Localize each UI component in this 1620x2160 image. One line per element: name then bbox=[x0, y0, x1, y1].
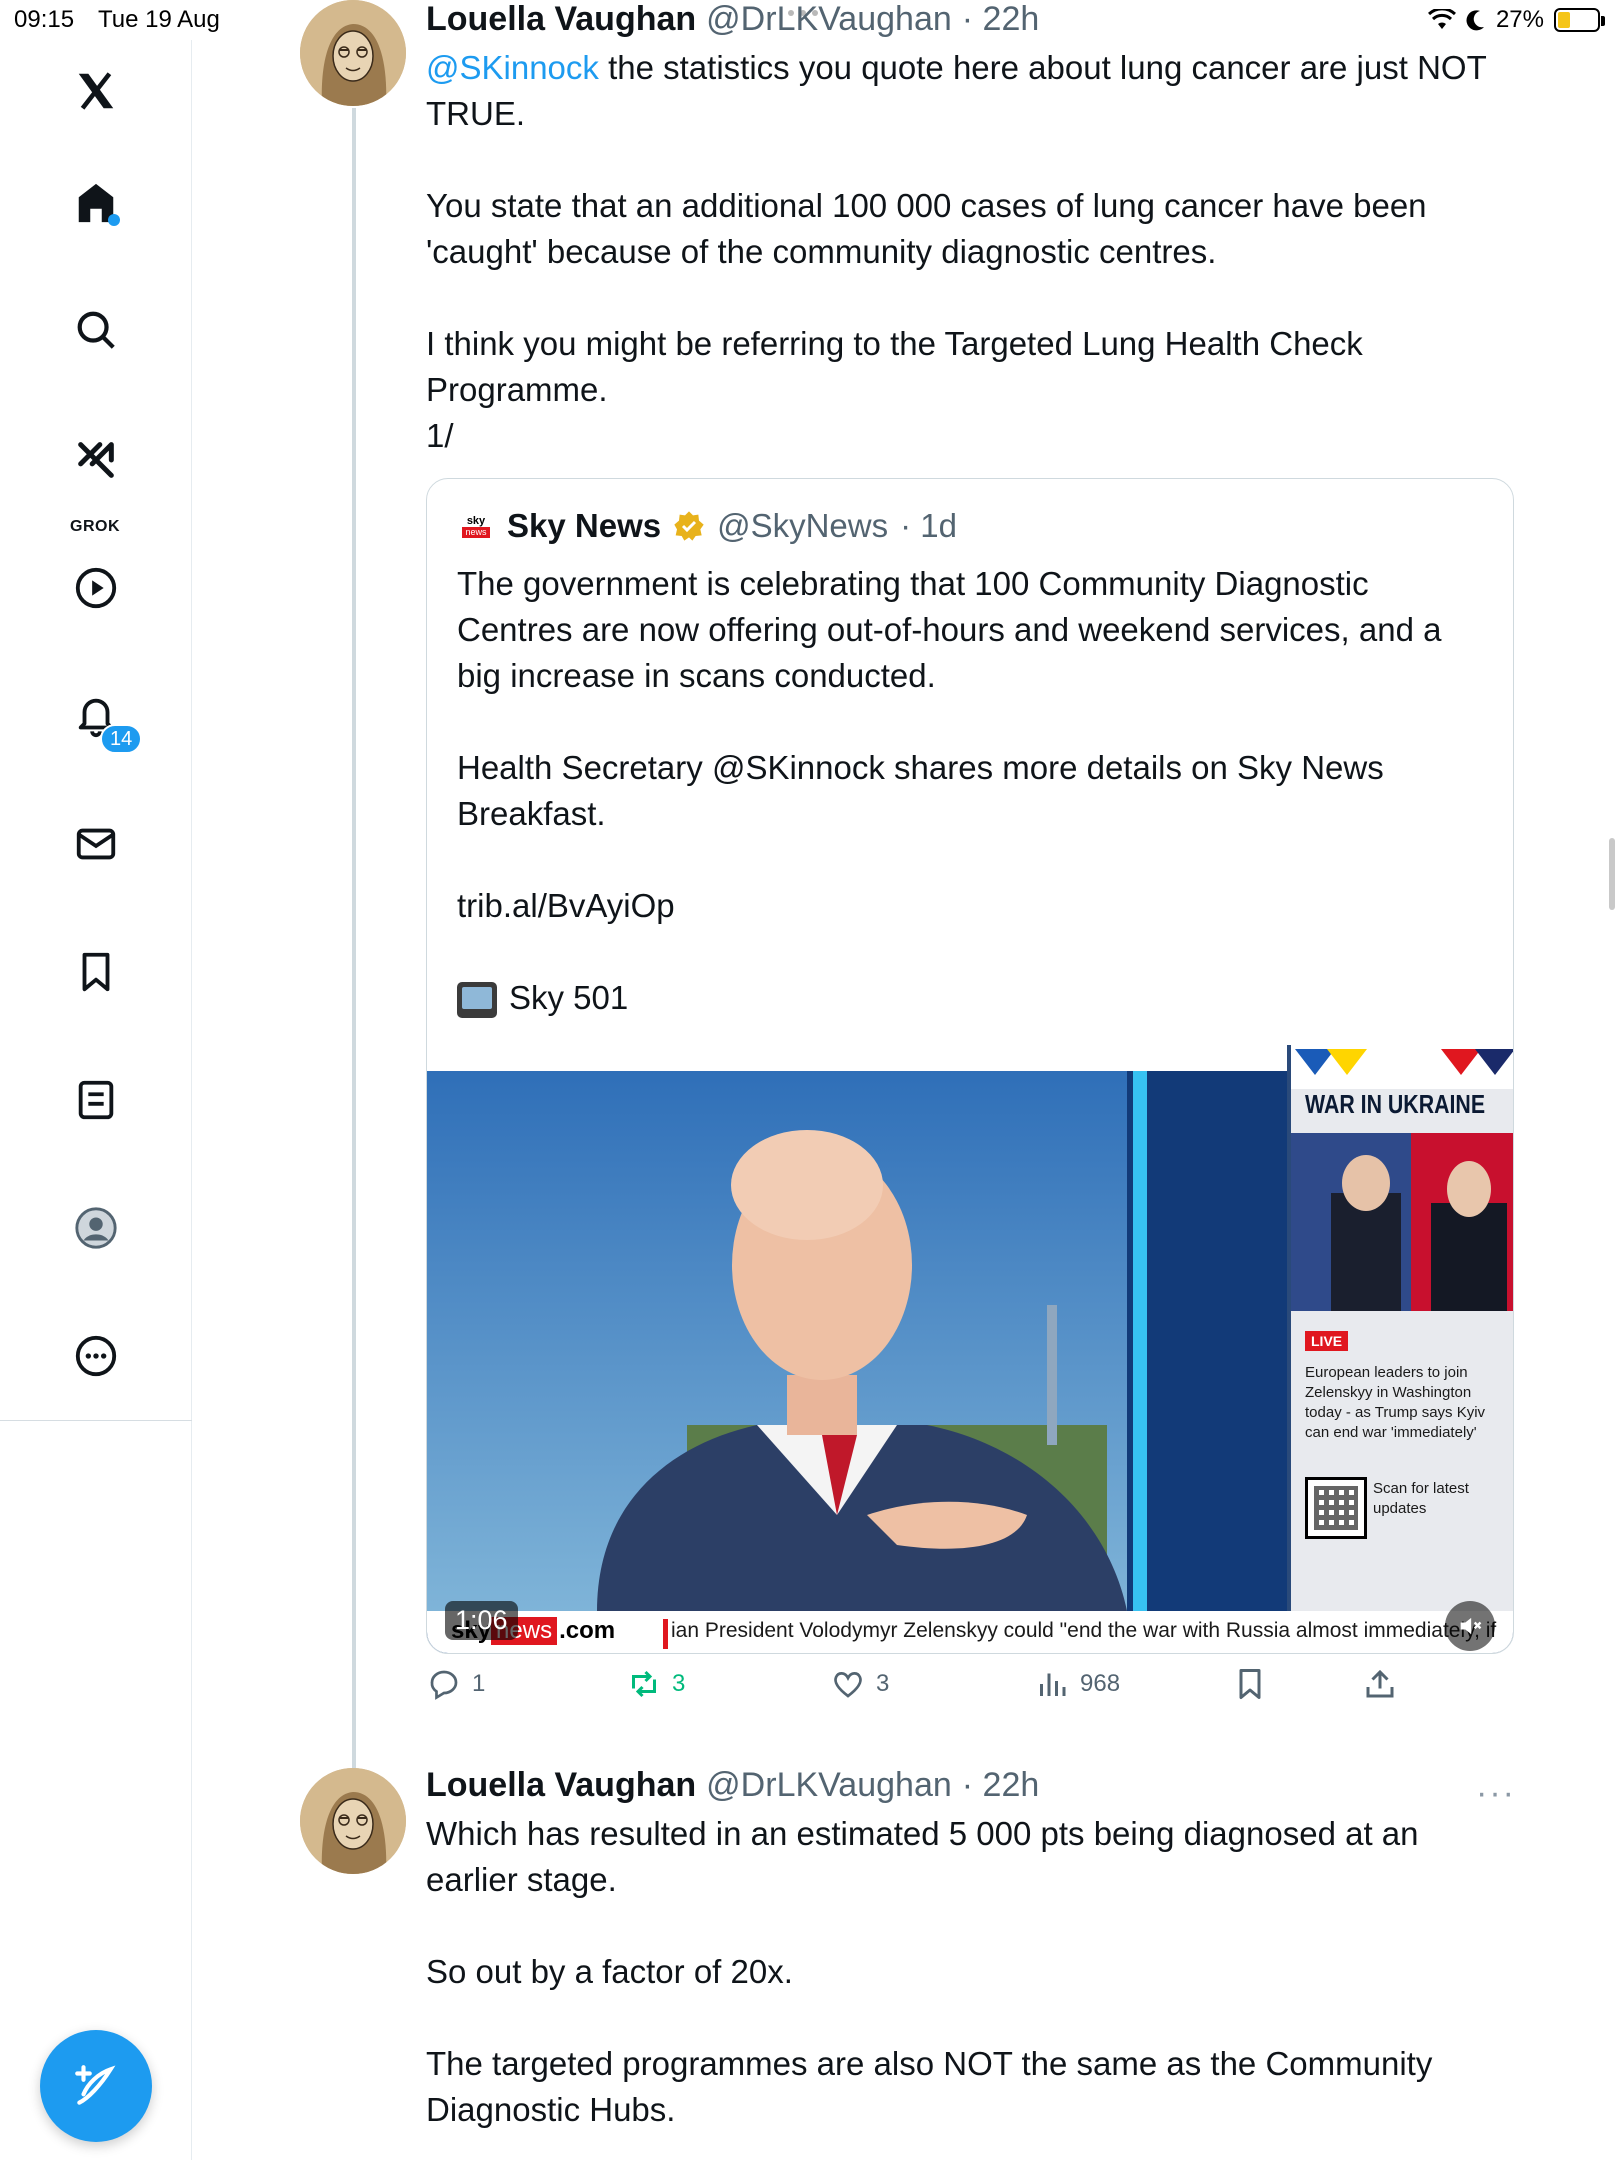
sidebar-item-bookmarks[interactable] bbox=[66, 942, 126, 1002]
grok-icon bbox=[78, 442, 114, 478]
play-icon bbox=[75, 567, 117, 609]
sidebar-item-grok[interactable] bbox=[66, 430, 126, 490]
verified-badge-icon bbox=[674, 511, 704, 541]
panel-headline: European leaders to join Zelenskyy in Wa… bbox=[1305, 1364, 1486, 1441]
sidebar-item-profile[interactable] bbox=[66, 1198, 126, 1258]
profile-icon bbox=[75, 1207, 117, 1249]
video-frame bbox=[427, 1045, 1287, 1653]
tweet-time[interactable]: · 22h bbox=[962, 1766, 1040, 1805]
sky-news-avatar[interactable]: sky news bbox=[457, 507, 495, 545]
repost-icon bbox=[632, 1670, 656, 1698]
panel-title: WAR IN UKRAINE bbox=[1305, 1089, 1486, 1119]
tweet-text: the statistics you quote here about lung… bbox=[426, 49, 1487, 454]
status-date: Tue 19 Aug bbox=[98, 6, 220, 33]
ticker-text: ian President Volodymyr Zelenskyy could … bbox=[671, 1619, 1497, 1642]
mention-link[interactable]: @SKinnock bbox=[426, 49, 599, 86]
bookmark-icon bbox=[1239, 1669, 1261, 1699]
list-icon bbox=[78, 1080, 114, 1120]
quote-author-handle[interactable]: @SkyNews bbox=[717, 507, 888, 545]
share-button[interactable] bbox=[1362, 1666, 1398, 1702]
television-icon bbox=[457, 982, 497, 1019]
like-count: 3 bbox=[876, 1670, 890, 1697]
like-button[interactable]: 3 bbox=[830, 1666, 889, 1702]
author-handle[interactable]: @DrLKVaughan bbox=[706, 1766, 952, 1805]
battery-icon bbox=[1554, 8, 1605, 32]
moon-icon bbox=[1466, 10, 1484, 31]
more-options-button[interactable]: ··· bbox=[1476, 1774, 1516, 1813]
compose-icon bbox=[75, 2065, 116, 2105]
qr-caption: Scan for latest updates bbox=[1373, 1480, 1469, 1517]
reply-button[interactable]: 1 bbox=[426, 1666, 485, 1702]
avatar[interactable] bbox=[300, 0, 406, 106]
leaders-photo bbox=[1291, 1133, 1513, 1311]
author-name[interactable]: Louella Vaughan bbox=[426, 0, 696, 39]
analytics-icon bbox=[1040, 1673, 1066, 1696]
heart-icon bbox=[834, 1672, 862, 1698]
sidebar-item-lists[interactable] bbox=[66, 1070, 126, 1130]
author-handle[interactable]: @DrLKVaughan bbox=[706, 0, 952, 39]
thread-connector bbox=[352, 108, 356, 1768]
quote-text: The government is celebrating that 100 C… bbox=[457, 565, 1442, 924]
sidebar-item-messages[interactable] bbox=[66, 814, 126, 874]
quoted-tweet[interactable]: sky news Sky News @SkyNews · 1d The gover… bbox=[426, 478, 1514, 1654]
tweet-actions: 1 3 3 968 bbox=[426, 1666, 1516, 1714]
ticker-divider bbox=[663, 1619, 668, 1649]
ukraine-flag-banner bbox=[1291, 1045, 1513, 1089]
avatar[interactable] bbox=[300, 1768, 406, 1874]
news-ticker: skynews.com ian President Volodymyr Zele… bbox=[427, 1611, 1513, 1653]
tweet-header: Louella Vaughan @DrLKVaughan · 22h bbox=[426, 0, 1039, 39]
tweet-text: Which has resulted in an estimated 5 000… bbox=[426, 1815, 1433, 2128]
view-count: 968 bbox=[1080, 1670, 1121, 1697]
sidebar-item-explore[interactable] bbox=[66, 300, 126, 360]
compose-button[interactable] bbox=[40, 2030, 152, 2142]
quote-time[interactable]: · 1d bbox=[900, 507, 957, 545]
qr-code bbox=[1305, 1477, 1367, 1539]
quote-body: The government is celebrating that 100 C… bbox=[457, 561, 1487, 1021]
more-icon bbox=[75, 1335, 117, 1377]
search-icon bbox=[77, 311, 115, 349]
mute-button[interactable] bbox=[1445, 1601, 1495, 1651]
new-posts-dot bbox=[108, 214, 120, 226]
tweet-header: Louella Vaughan @DrLKVaughan · 22h bbox=[426, 1766, 1039, 1805]
tweet-body: @SKinnock the statistics you quote here … bbox=[426, 45, 1506, 459]
grok-label: GROK bbox=[70, 518, 120, 535]
sidebar-item-more[interactable] bbox=[66, 1326, 126, 1386]
sidebar-divider bbox=[0, 1420, 192, 1421]
status-time: 09:15 bbox=[14, 6, 75, 33]
quote-author-name[interactable]: Sky News bbox=[507, 507, 661, 545]
scroll-indicator[interactable] bbox=[1609, 838, 1615, 910]
status-indicators: 27% bbox=[1427, 6, 1605, 34]
video-player[interactable]: WAR IN UKRAINE LIVE European leaders to … bbox=[427, 1045, 1513, 1653]
reply-count: 1 bbox=[472, 1670, 486, 1697]
quote-header: sky news Sky News @SkyNews · 1d bbox=[457, 507, 957, 545]
video-duration: 1:06 bbox=[445, 1601, 518, 1640]
reply-icon bbox=[430, 1670, 458, 1700]
tv-label: Sky 501 bbox=[509, 979, 629, 1016]
battery-percent: 27% bbox=[1495, 6, 1544, 33]
bookmark-icon bbox=[82, 952, 110, 992]
views-button[interactable]: 968 bbox=[1034, 1666, 1120, 1702]
bookmark-button[interactable] bbox=[1232, 1666, 1268, 1702]
repost-count: 3 bbox=[672, 1670, 686, 1697]
share-icon bbox=[1366, 1669, 1394, 1698]
author-name[interactable]: Louella Vaughan bbox=[426, 1766, 696, 1805]
repost-button[interactable]: 3 bbox=[626, 1666, 685, 1702]
mail-icon bbox=[76, 828, 116, 860]
wifi-icon bbox=[1427, 9, 1456, 29]
news-side-panel: WAR IN UKRAINE LIVE European leaders to … bbox=[1291, 1045, 1513, 1611]
tweet-time[interactable]: · 22h bbox=[962, 0, 1040, 39]
live-badge: LIVE bbox=[1305, 1331, 1349, 1351]
sidebar: GROK 14 bbox=[0, 40, 192, 2160]
notification-badge: 14 bbox=[100, 724, 143, 754]
speaker-muted-icon bbox=[1460, 1617, 1482, 1635]
x-logo-icon[interactable] bbox=[66, 61, 126, 121]
sidebar-item-video[interactable] bbox=[66, 558, 126, 618]
